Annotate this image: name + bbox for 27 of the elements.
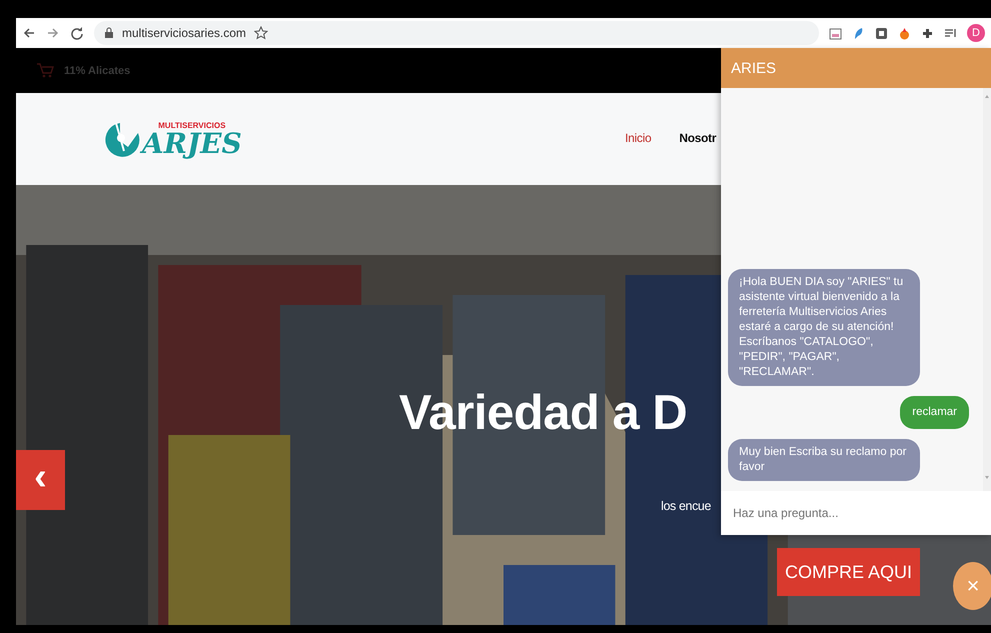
nav-link[interactable]: Nosotr xyxy=(679,131,716,145)
hero-title: Variedad a D xyxy=(399,385,688,441)
window-icon[interactable] xyxy=(829,26,842,40)
extensions-icon[interactable] xyxy=(921,26,934,40)
lock-icon xyxy=(104,27,114,39)
user-message: reclamar xyxy=(900,396,969,429)
promo-text: 11% Alicates xyxy=(64,64,130,76)
cart-icon xyxy=(36,62,56,79)
forward-icon[interactable] xyxy=(46,26,60,40)
star-icon[interactable] xyxy=(254,26,268,40)
bot-message: ¡Hola BUEN DIA soy "ARIES" tu asistente virtual bienvenido a la ferretería Multiservicios Aries estaré a cargo de su atención! Escríbanos "CATALOGO", "PEDIR", "PAGAR", "RECLAMAR". xyxy=(728,269,920,386)
feather-icon[interactable] xyxy=(852,26,865,40)
logo-tagline: MULTISERVICIOS xyxy=(158,120,226,130)
playlist-icon[interactable] xyxy=(944,26,957,40)
buy-here-button[interactable]: COMPRE AQUI xyxy=(777,548,920,596)
previous-slide-button[interactable]: ‹ xyxy=(16,450,65,510)
back-icon[interactable] xyxy=(22,26,36,40)
address-bar[interactable]: multiserviciosaries.com xyxy=(94,21,819,45)
question-input[interactable]: Haz una pregunta... xyxy=(721,491,991,535)
nav-link[interactable]: Inicio xyxy=(625,131,652,145)
bot-message: Muy bien Escriba su reclamo por favor xyxy=(728,439,920,481)
flame-icon[interactable] xyxy=(898,26,911,40)
logo-wordmark: ARJES xyxy=(142,130,242,158)
reload-icon[interactable] xyxy=(70,26,84,40)
profile-avatar[interactable]: D xyxy=(967,24,985,42)
hero-subtitle: los encue xyxy=(661,499,711,513)
chat-title: ARIES xyxy=(721,48,991,88)
